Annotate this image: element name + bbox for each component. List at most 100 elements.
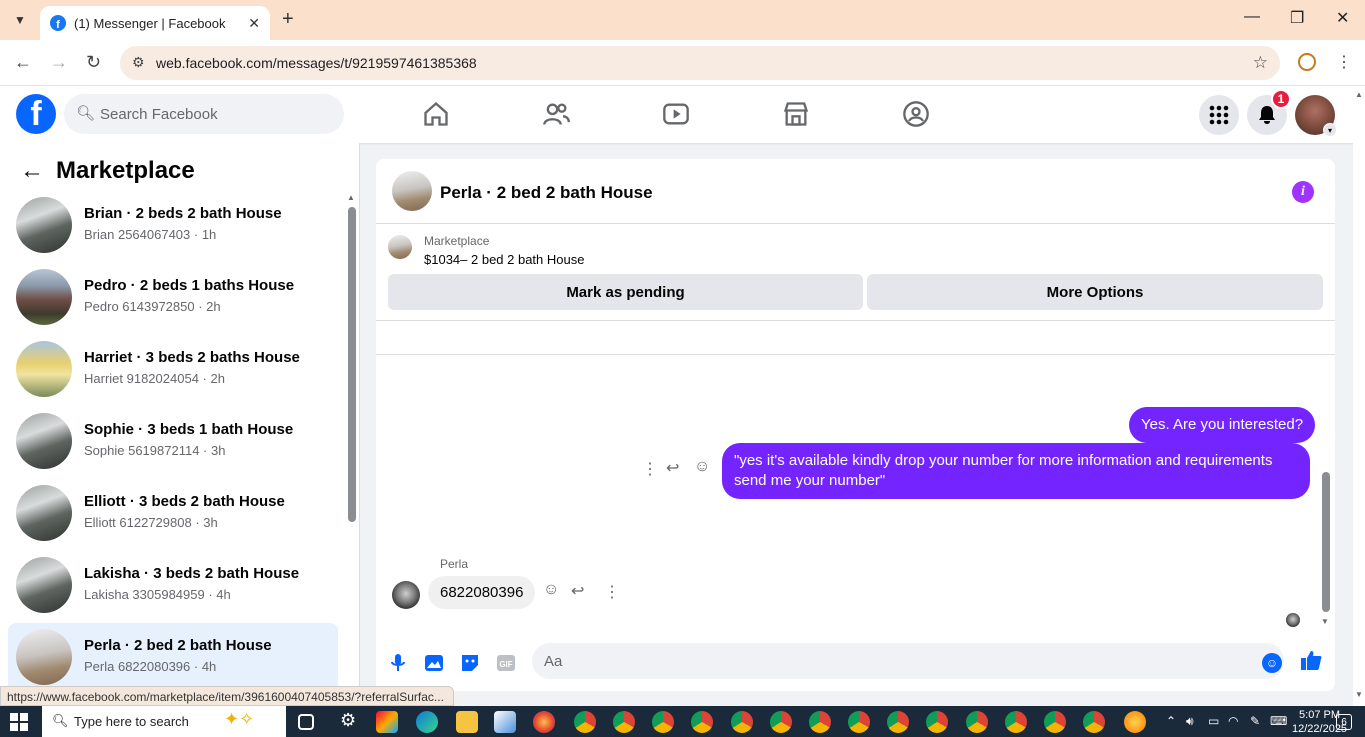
chrome-profile-icon[interactable] bbox=[887, 711, 909, 733]
info-icon[interactable]: i bbox=[1292, 181, 1314, 203]
browser-tab[interactable]: f (1) Messenger | Facebook ✕ bbox=[40, 6, 270, 40]
taskbar-search-input[interactable]: 🔍︎ Type here to search ✦✧ bbox=[42, 706, 286, 737]
chat-scrollbar[interactable] bbox=[1322, 472, 1330, 612]
groups-icon[interactable] bbox=[902, 100, 930, 128]
react-emoji-icon[interactable]: ☺ bbox=[694, 458, 710, 476]
sidebar-scrollbar[interactable] bbox=[348, 207, 356, 522]
conversation-sub: Harriet 9182024054 · 2h bbox=[84, 371, 225, 386]
video-icon[interactable] bbox=[662, 100, 690, 128]
wifi-icon[interactable]: ◠ bbox=[1228, 714, 1238, 728]
keyboard-icon[interactable]: ⌨ bbox=[1270, 714, 1287, 728]
url-field[interactable]: ⚙ web.facebook.com/messages/t/9219597461… bbox=[120, 46, 1280, 80]
account-avatar[interactable]: ▾ bbox=[1295, 95, 1337, 137]
search-icon: 🔍︎ bbox=[52, 713, 69, 728]
chrome-profile-icon[interactable] bbox=[809, 711, 831, 733]
settings-gear-icon[interactable]: ⚙ bbox=[340, 710, 356, 731]
list-item[interactable]: Sophie · 3 beds 1 bath House Sophie 5619… bbox=[8, 407, 338, 475]
edge-icon[interactable] bbox=[416, 711, 438, 733]
facebook-logo-icon[interactable]: f bbox=[16, 94, 56, 134]
chrome-profile-icon[interactable] bbox=[770, 711, 792, 733]
windows-start-icon[interactable] bbox=[10, 713, 28, 731]
list-item[interactable]: Elliott · 3 beds 2 bath House Elliott 61… bbox=[8, 479, 338, 547]
list-item[interactable]: Brian · 2 beds 2 bath House Brian 256406… bbox=[8, 191, 338, 259]
profile-icon[interactable] bbox=[1298, 53, 1316, 71]
more-options-button[interactable]: More Options bbox=[867, 274, 1323, 310]
chrome-profile-icon[interactable] bbox=[1005, 711, 1027, 733]
volume-icon[interactable]: 🔊︎ bbox=[1186, 714, 1194, 729]
chrome-profile-icon[interactable] bbox=[652, 711, 674, 733]
site-info-icon[interactable]: ⚙ bbox=[132, 54, 145, 71]
chrome-profile-icon[interactable] bbox=[574, 711, 596, 733]
friends-icon[interactable] bbox=[542, 100, 570, 128]
chrome-profile-icon[interactable] bbox=[1044, 711, 1066, 733]
list-item[interactable]: Harriet · 3 beds 2 baths House Harriet 9… bbox=[8, 335, 338, 403]
minimize-icon[interactable]: — bbox=[1244, 8, 1260, 26]
copilot-app-icon[interactable] bbox=[376, 711, 398, 733]
page-scrollbar[interactable]: ▲ ▼ bbox=[1353, 86, 1365, 706]
gif-icon[interactable]: GIF bbox=[494, 651, 518, 675]
chrome-profile-icon[interactable] bbox=[1083, 711, 1105, 733]
chrome-profile-icon[interactable] bbox=[966, 711, 988, 733]
outgoing-message[interactable]: "yes it's available kindly drop your num… bbox=[722, 443, 1310, 499]
more-actions-icon[interactable]: ⋮ bbox=[642, 459, 658, 479]
close-tab-icon[interactable]: ✕ bbox=[248, 15, 260, 32]
more-actions-icon[interactable]: ⋮ bbox=[604, 582, 620, 602]
message-input[interactable]: Aa bbox=[532, 643, 1284, 679]
scroll-down-icon[interactable]: ▼ bbox=[1321, 617, 1329, 626]
home-icon[interactable] bbox=[422, 100, 450, 128]
marketplace-icon[interactable] bbox=[782, 100, 810, 128]
chat-title[interactable]: Perla · 2 bed 2 bath House bbox=[440, 183, 653, 203]
listing-title[interactable]: $1034– 2 bed 2 bath House bbox=[424, 252, 584, 267]
listing-thumbnail bbox=[16, 485, 72, 541]
chrome-profile-icon[interactable] bbox=[731, 711, 753, 733]
reply-icon[interactable]: ↩ bbox=[666, 458, 679, 478]
tray-chevron-up-icon[interactable]: ⌃ bbox=[1166, 714, 1176, 728]
chrome-profile-icon[interactable] bbox=[848, 711, 870, 733]
pen-icon[interactable]: ✎ bbox=[1250, 714, 1260, 728]
listing-thumbnail bbox=[16, 557, 72, 613]
reply-icon[interactable]: ↩ bbox=[571, 581, 584, 601]
firefox-icon[interactable] bbox=[533, 711, 555, 733]
weather-icon[interactable] bbox=[1124, 711, 1146, 733]
task-view-icon[interactable] bbox=[298, 714, 314, 730]
chrome-profile-icon[interactable] bbox=[926, 711, 948, 733]
scroll-up-icon[interactable]: ▲ bbox=[1355, 90, 1363, 99]
facebook-search-input[interactable]: 🔍︎ Search Facebook bbox=[64, 94, 344, 134]
conversation-sub: Elliott 6122729808 · 3h bbox=[84, 515, 218, 530]
message-placeholder: Aa bbox=[544, 652, 563, 670]
reload-icon[interactable]: ↻ bbox=[86, 52, 101, 73]
chat-avatar[interactable] bbox=[392, 171, 432, 211]
menu-grid-icon[interactable] bbox=[1199, 95, 1239, 135]
photos-app-icon[interactable] bbox=[494, 711, 516, 733]
notification-center-icon[interactable]: 6 bbox=[1336, 714, 1352, 730]
list-item[interactable]: Pedro · 2 beds 1 baths House Pedro 61439… bbox=[8, 263, 338, 331]
sender-avatar[interactable] bbox=[392, 581, 420, 609]
bookmark-star-icon[interactable]: ☆ bbox=[1253, 53, 1268, 73]
list-item[interactable]: Lakisha · 3 beds 2 bath House Lakisha 33… bbox=[8, 551, 338, 619]
close-window-icon[interactable]: ✕ bbox=[1336, 8, 1349, 28]
back-icon[interactable]: ← bbox=[14, 52, 32, 73]
microphone-icon[interactable] bbox=[386, 651, 410, 675]
photo-icon[interactable] bbox=[422, 651, 446, 675]
scroll-up-icon[interactable]: ▲ bbox=[347, 193, 355, 202]
tab-title: (1) Messenger | Facebook bbox=[74, 15, 226, 31]
mark-as-pending-button[interactable]: Mark as pending bbox=[388, 274, 863, 310]
new-tab-icon[interactable]: + bbox=[282, 8, 294, 31]
scroll-down-icon[interactable]: ▼ bbox=[1355, 690, 1363, 699]
battery-icon[interactable]: ▭ bbox=[1208, 714, 1219, 728]
emoji-icon[interactable]: ☺ bbox=[1262, 653, 1282, 673]
list-item-active[interactable]: Perla · 2 bed 2 bath House Perla 6822080… bbox=[8, 623, 338, 688]
restore-icon[interactable]: ❐ bbox=[1290, 8, 1304, 28]
chrome-profile-icon[interactable] bbox=[691, 711, 713, 733]
outgoing-message[interactable]: Yes. Are you interested? bbox=[1129, 407, 1316, 443]
chrome-profile-icon[interactable] bbox=[613, 711, 635, 733]
back-arrow-icon[interactable]: ← bbox=[20, 157, 44, 185]
react-emoji-icon[interactable]: ☺ bbox=[543, 581, 559, 599]
forward-icon[interactable]: → bbox=[50, 52, 68, 73]
incoming-message[interactable]: 6822080396 bbox=[428, 576, 536, 609]
file-explorer-icon[interactable] bbox=[456, 711, 478, 733]
tab-search-icon[interactable]: ▼ bbox=[8, 8, 32, 32]
thumbs-up-icon[interactable] bbox=[1300, 649, 1322, 677]
sticker-icon[interactable] bbox=[458, 651, 482, 675]
browser-menu-icon[interactable]: ⋮ bbox=[1336, 52, 1352, 72]
